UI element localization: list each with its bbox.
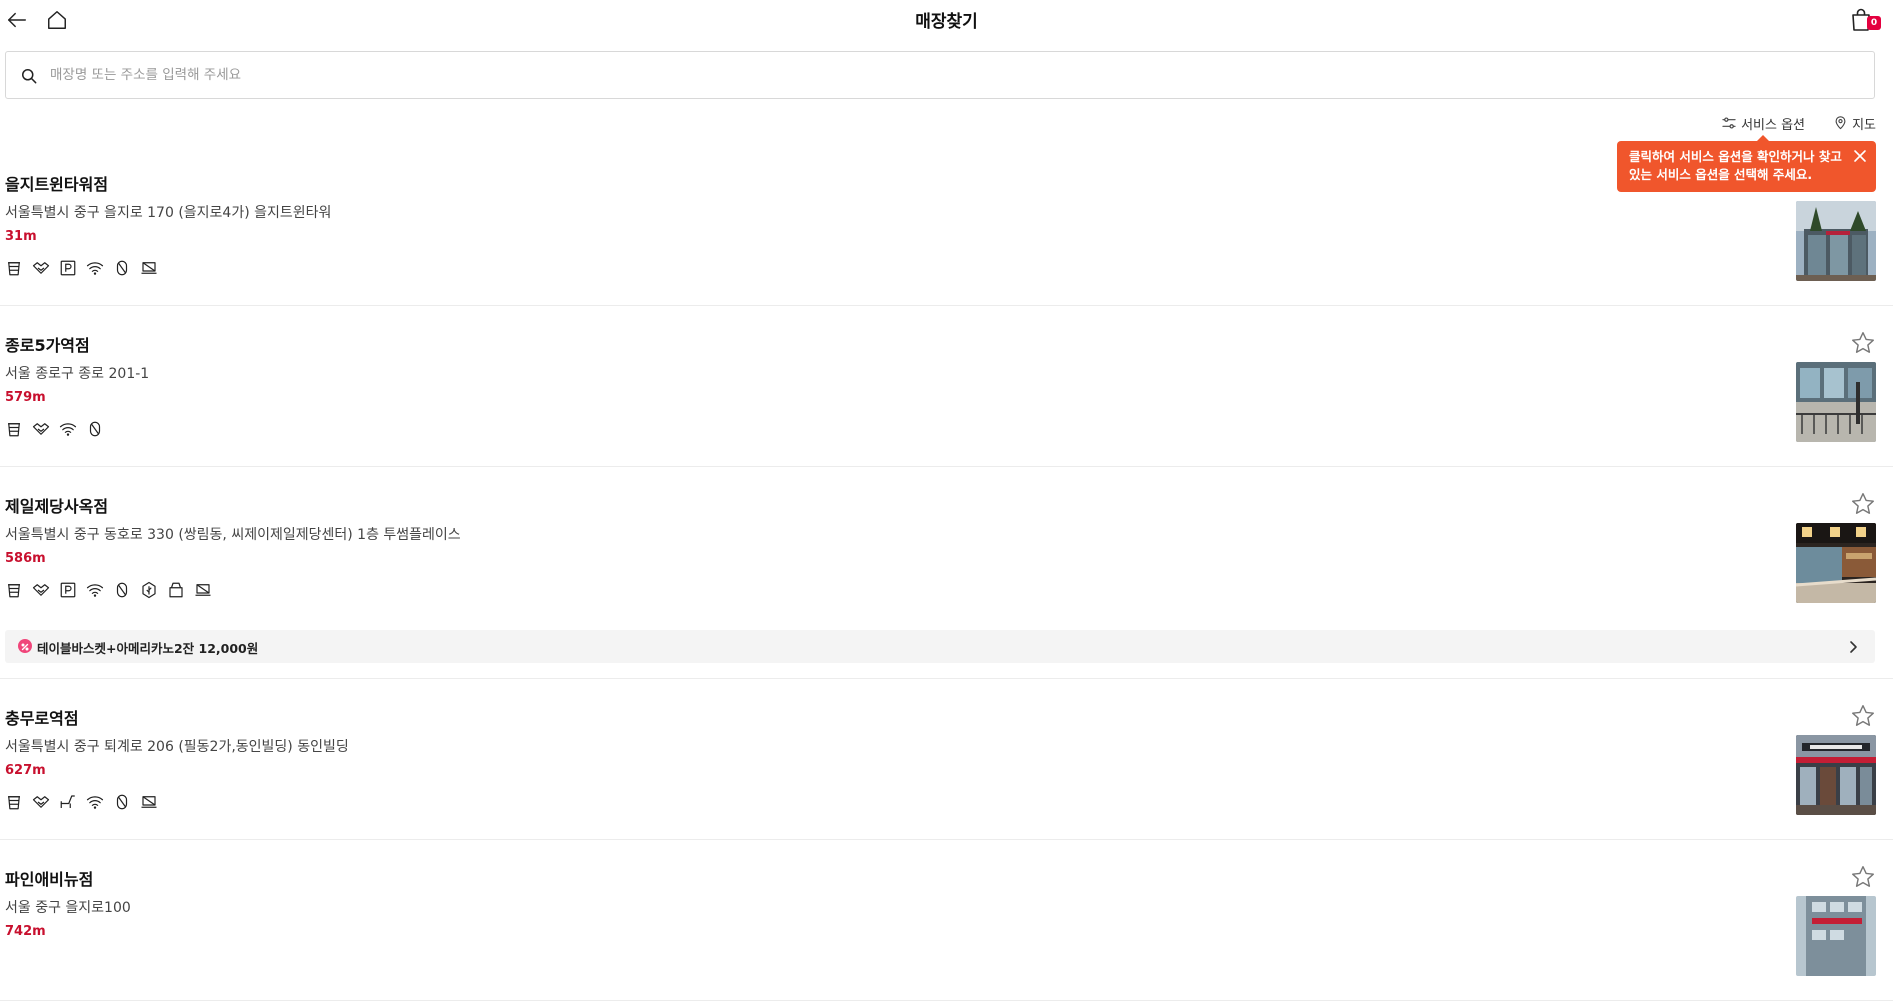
coupon-icon xyxy=(18,639,32,653)
page-title: 매장찾기 xyxy=(915,12,978,32)
no-smoking-icon xyxy=(116,582,128,598)
no-smoking-icon xyxy=(116,794,128,810)
promotion-text: 테이블바스켓+아메리카노2잔 12,000원 xyxy=(37,641,259,656)
parking-icon xyxy=(60,260,76,276)
no-smoking-icon xyxy=(89,421,101,437)
store-name: 을지트윈타워점 xyxy=(5,175,109,194)
favorite-star-button[interactable] xyxy=(1850,703,1876,729)
tooltip-text: 클릭하여 서비스 옵션을 확인하거나 찾고 있는 서비스 옵션을 선택해 주세요… xyxy=(1629,149,1842,182)
service-icons xyxy=(5,420,104,438)
store-address: 서울특별시 중구 을지로 170 (을지로4가) 을지트윈타워 xyxy=(5,205,332,221)
wifi-icon xyxy=(86,796,104,809)
search-icon xyxy=(22,69,37,84)
handshake-icon xyxy=(32,584,50,596)
star-icon xyxy=(1852,332,1874,353)
laptop-icon xyxy=(141,262,157,274)
wifi-icon xyxy=(86,584,104,597)
lounge-chair-icon xyxy=(60,795,75,808)
map-button[interactable]: 지도 xyxy=(1833,113,1876,133)
store-name: 충무로역점 xyxy=(5,709,79,728)
handshake-icon xyxy=(32,262,50,274)
tooltip-arrow xyxy=(1757,135,1769,141)
handshake-icon xyxy=(32,796,50,808)
star-icon xyxy=(1852,493,1874,514)
store-distance: 742m xyxy=(5,924,46,939)
store-name: 제일제당사옥점 xyxy=(5,497,109,516)
promotion-banner[interactable]: 테이블바스켓+아메리카노2잔 12,000원 xyxy=(5,630,1875,663)
sliders-icon xyxy=(1722,117,1736,129)
store-address: 서울특별시 중구 동호로 330 (쌍림동, 씨제이제일제당센터) 1층 투썸플… xyxy=(5,527,461,543)
store-photo xyxy=(1796,523,1876,603)
wifi-icon xyxy=(86,262,104,275)
favorite-star-button[interactable] xyxy=(1850,330,1876,356)
service-option-button[interactable]: 서비스 옵션 xyxy=(1721,113,1805,133)
store-address: 서울 종로구 종로 201-1 xyxy=(5,366,150,382)
cart-button[interactable]: 0 xyxy=(1849,5,1881,35)
store-item[interactable]: 종로5가역점 서울 종로구 종로 201-1 579m xyxy=(0,306,1893,467)
chevron-right-icon xyxy=(1850,641,1857,653)
store-photo xyxy=(1796,735,1876,815)
store-item[interactable]: 충무로역점 서울특별시 중구 퇴계로 206 (필동2가,동인빌딩) 동인빌딩 … xyxy=(0,679,1893,840)
cup-icon xyxy=(8,423,20,437)
service-icons xyxy=(5,793,158,811)
store-photo xyxy=(1796,362,1876,442)
store-item[interactable]: 제일제당사옥점 서울특별시 중구 동호로 330 (쌍림동, 씨제이제일제당센터… xyxy=(0,467,1893,679)
favorite-star-button[interactable] xyxy=(1850,864,1876,890)
cup-icon xyxy=(8,584,20,598)
store-distance: 31m xyxy=(5,229,37,244)
laptop-icon xyxy=(195,584,211,596)
cup-icon xyxy=(8,262,20,276)
wifi-icon xyxy=(59,423,77,436)
service-option-tooltip: 클릭하여 서비스 옵션을 확인하거나 찾고 있는 서비스 옵션을 선택해 주세요… xyxy=(1617,135,1876,192)
service-option-label: 서비스 옵션 xyxy=(1741,117,1805,133)
cart-count-badge: 0 xyxy=(1867,16,1881,30)
search-input[interactable] xyxy=(50,60,1850,90)
map-label: 지도 xyxy=(1852,117,1876,133)
store-distance: 586m xyxy=(5,551,46,566)
handshake-icon xyxy=(32,423,50,435)
star-icon xyxy=(1852,705,1874,726)
no-smoking-icon xyxy=(116,260,128,276)
store-photo xyxy=(1796,896,1876,976)
laptop-icon xyxy=(141,796,157,808)
store-name: 종로5가역점 xyxy=(5,336,90,355)
store-list: 을지트윈타워점 서울특별시 중구 을지로 170 (을지로4가) 을지트윈타워 … xyxy=(0,145,1893,1001)
store-distance: 627m xyxy=(5,763,46,778)
map-pin-icon xyxy=(1835,116,1846,130)
service-icons xyxy=(5,259,158,277)
service-icons xyxy=(5,581,212,599)
cake-box-icon xyxy=(169,582,183,598)
cup-icon xyxy=(8,796,20,810)
store-distance: 579m xyxy=(5,390,46,405)
store-name: 파인애비뉴점 xyxy=(5,870,94,889)
star-icon xyxy=(1852,866,1874,887)
eco-icon xyxy=(142,581,156,599)
close-icon[interactable] xyxy=(1853,149,1867,163)
store-photo xyxy=(1796,201,1876,281)
top-header: 매장찾기 0 xyxy=(0,0,1893,40)
store-address: 서울 중구 을지로100 xyxy=(5,900,131,916)
store-address: 서울특별시 중구 퇴계로 206 (필동2가,동인빌딩) 동인빌딩 xyxy=(5,739,349,755)
parking-icon xyxy=(60,582,76,598)
store-item[interactable]: 을지트윈타워점 서울특별시 중구 을지로 170 (을지로4가) 을지트윈타워 … xyxy=(0,145,1893,306)
store-item[interactable]: 파인애비뉴점 서울 중구 을지로100 742m xyxy=(0,840,1893,1001)
search-box xyxy=(5,51,1875,99)
favorite-star-button[interactable] xyxy=(1850,491,1876,517)
